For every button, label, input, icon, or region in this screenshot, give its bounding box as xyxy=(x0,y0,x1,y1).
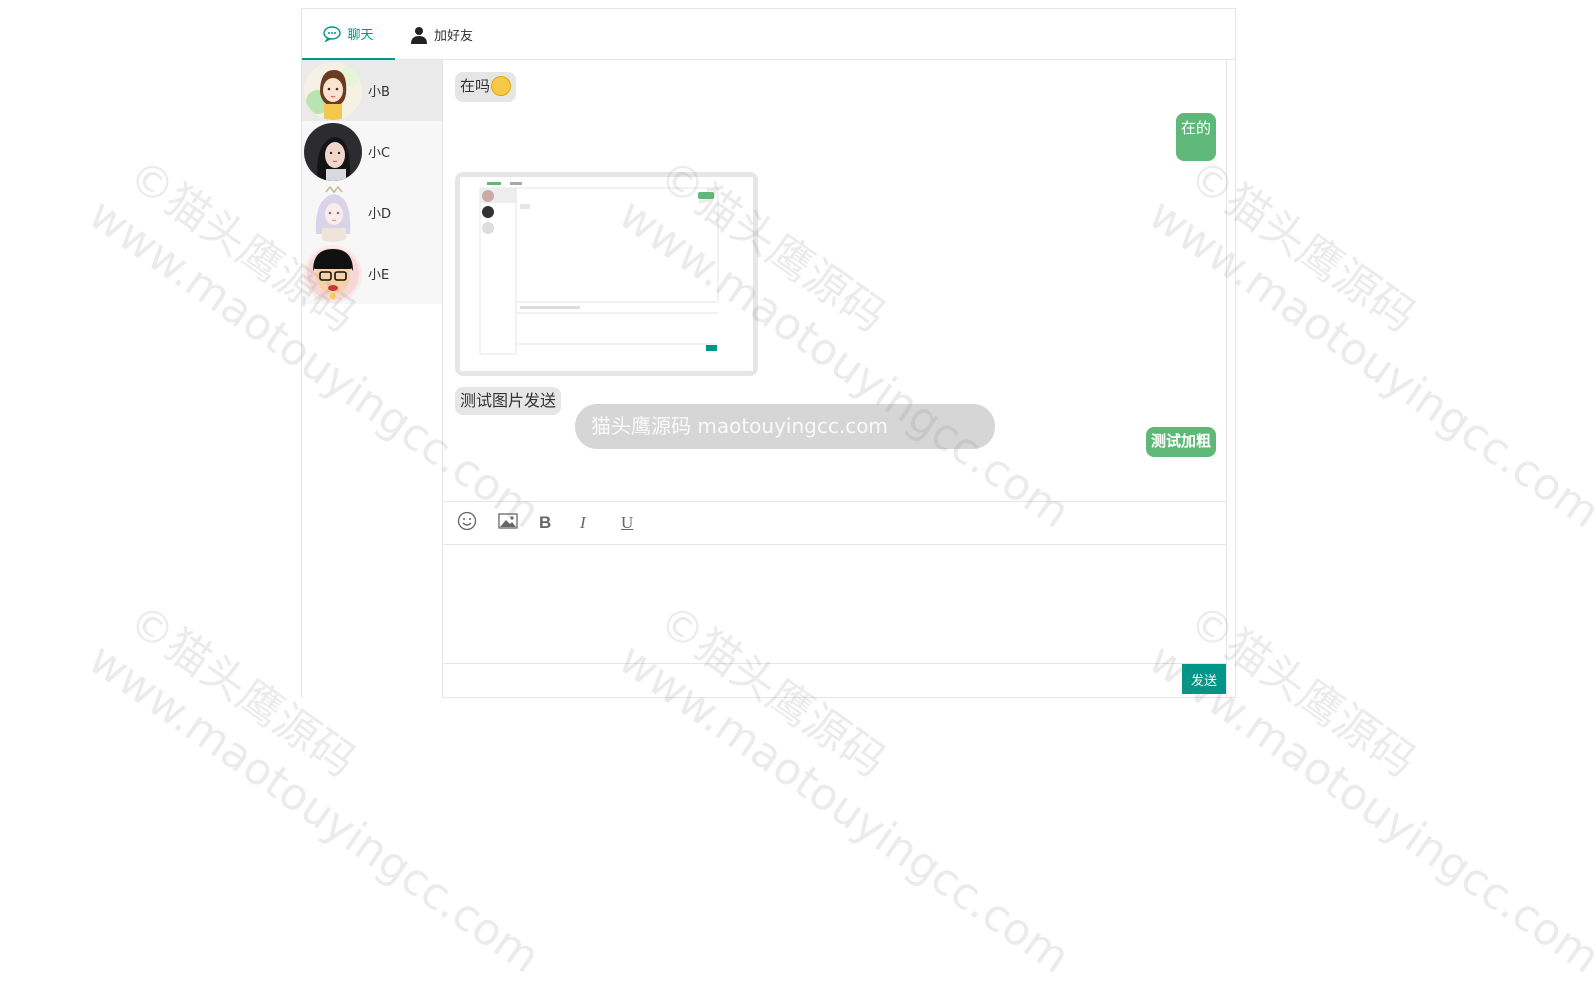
contact-item[interactable]: 小C xyxy=(302,121,442,182)
message-text: 测试加粗 xyxy=(1150,432,1211,450)
contact-name: 小B xyxy=(368,85,390,100)
person-icon xyxy=(410,26,428,44)
italic-button[interactable]: I xyxy=(580,508,621,538)
floating-overlay-text: 猫头鹰源码 maotouyingcc.com xyxy=(575,404,995,449)
message-bubble-received: 测试图片发送 xyxy=(455,387,562,415)
message-editor[interactable] xyxy=(443,545,1227,663)
tab-chat[interactable]: 聊天 xyxy=(302,9,395,60)
image-icon xyxy=(498,512,518,534)
smile-icon xyxy=(457,511,477,536)
send-button[interactable]: 发送 xyxy=(1182,664,1226,694)
tab-add-friend-label: 加好友 xyxy=(434,29,474,44)
contact-item[interactable]: 小B xyxy=(302,60,442,121)
message-bubble-sent: 在的 xyxy=(1175,113,1216,161)
watermark-line1: ©猫头鹰源码 xyxy=(1179,149,1425,343)
message-text: 测试图片发送 xyxy=(460,391,557,410)
screenshot-thumbnail xyxy=(460,177,753,371)
contact-list: 小B 小C 小D 小E xyxy=(302,60,443,698)
bold-button[interactable]: B xyxy=(539,508,580,538)
tab-add-friend[interactable]: 加好友 xyxy=(410,9,473,60)
avatar xyxy=(304,61,362,120)
contact-name: 小E xyxy=(368,268,390,283)
tab-chat-label: 聊天 xyxy=(347,28,374,43)
contact-name: 小C xyxy=(368,146,391,161)
message-text: 在吗 xyxy=(460,77,491,95)
emoji-button[interactable] xyxy=(457,508,498,538)
message-bubble-sent: 测试加粗 xyxy=(1145,427,1216,457)
contact-item[interactable]: 小D xyxy=(302,182,442,243)
avatar xyxy=(304,183,362,242)
avatar xyxy=(304,244,362,303)
chat-app-window: 聊天 加好友 小B 小C 小D 小E 在吗 在的 测试图片发送 测试加粗 B I… xyxy=(301,8,1236,698)
editor-footer: 发送 xyxy=(443,663,1227,698)
chat-bubble-icon xyxy=(323,25,342,42)
contact-name: 小D xyxy=(368,207,392,222)
contact-item[interactable]: 小E xyxy=(302,243,442,304)
message-bubble-received: 在吗 xyxy=(455,72,517,102)
message-text: 在的 xyxy=(1180,119,1211,137)
avatar xyxy=(304,122,362,181)
message-image[interactable] xyxy=(455,172,758,376)
watermark-line1: ©猫头鹰源码 xyxy=(1179,594,1425,788)
editor-toolbar: B I U xyxy=(443,501,1227,545)
tab-bar: 聊天 加好友 xyxy=(302,9,1235,60)
chat-panel: 在吗 在的 测试图片发送 测试加粗 B I U 发送 xyxy=(443,60,1227,698)
underline-button[interactable]: U xyxy=(621,508,662,538)
insert-image-button[interactable] xyxy=(498,508,539,538)
smile-emoji-icon xyxy=(491,75,512,96)
